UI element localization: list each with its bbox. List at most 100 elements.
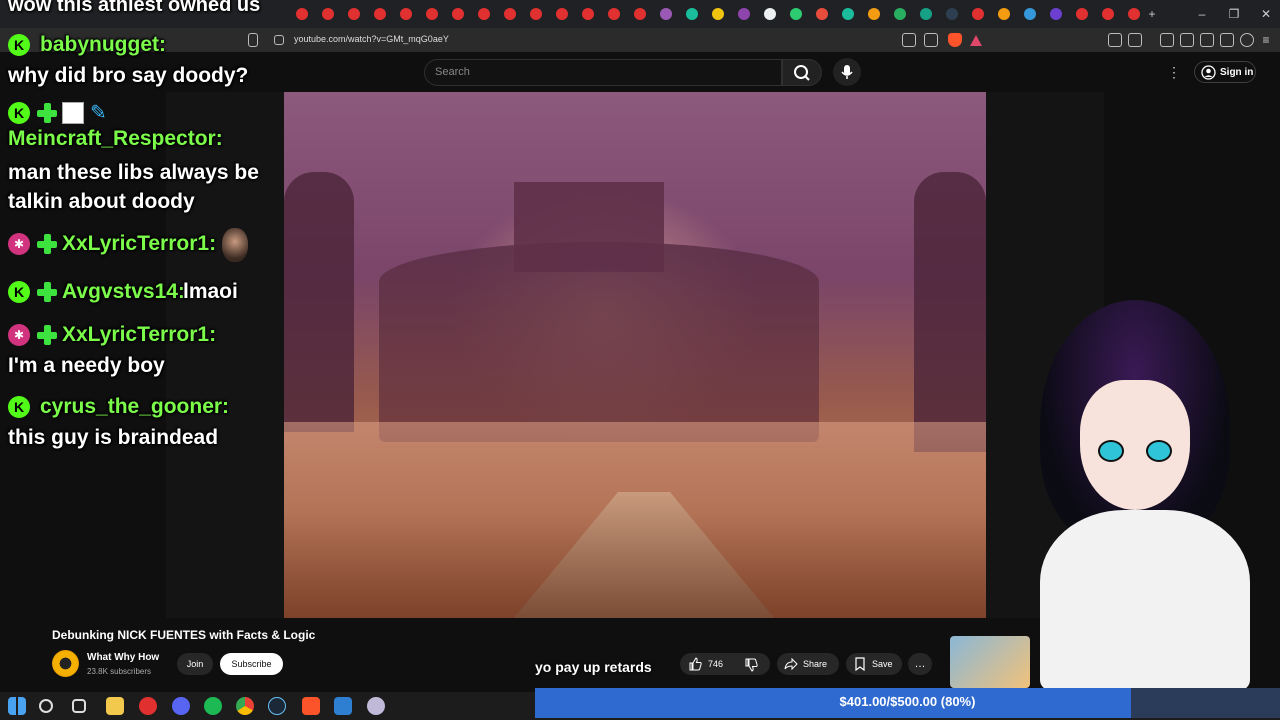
chat-username: XxLyricTerror1: <box>62 323 217 346</box>
tab-favicon-icon[interactable] <box>348 8 360 20</box>
chat-username: Meincraft_Respector: <box>8 127 223 150</box>
tab-favicon-icon[interactable] <box>504 8 516 20</box>
chat-message: man these libs always be talkin about do… <box>8 161 259 213</box>
chat-username: cyrus_the_gooner: <box>40 395 230 418</box>
microphone-icon <box>841 65 853 79</box>
new-tab-icon[interactable]: + <box>1142 6 1162 22</box>
tab-favicon-icon[interactable] <box>998 8 1010 20</box>
thumbs-up-icon <box>689 657 702 671</box>
tab-favicon-icon[interactable] <box>972 8 984 20</box>
discord-icon[interactable] <box>172 697 190 715</box>
vpn-icon[interactable] <box>1240 33 1254 47</box>
save-button[interactable]: Save <box>846 653 902 675</box>
share-button[interactable]: Share <box>777 653 839 675</box>
tab-favicon-icon[interactable] <box>374 8 386 20</box>
leo-ai-icon[interactable] <box>1220 33 1234 47</box>
tab-favicon-icon[interactable] <box>894 8 906 20</box>
spotify-icon[interactable] <box>204 697 222 715</box>
tab-favicon-icon[interactable] <box>1076 8 1088 20</box>
chat-username: XxLyricTerror1: <box>62 232 217 255</box>
brave-shield-icon[interactable] <box>948 33 962 47</box>
tab-favicon-icon[interactable] <box>738 8 750 20</box>
site-info-icon[interactable] <box>274 35 284 45</box>
tab-favicon-icon[interactable] <box>634 8 646 20</box>
moderator-badge-icon: ✱ <box>8 233 30 255</box>
minimize-icon[interactable]: – <box>1192 6 1212 22</box>
tab-favicon-icon[interactable] <box>816 8 828 20</box>
stream-title-overlay: wow this athiest owned us <box>8 0 261 16</box>
share-label: Share <box>803 659 828 669</box>
join-button[interactable]: Join <box>177 653 213 675</box>
file-explorer-icon[interactable] <box>106 697 124 715</box>
close-icon[interactable]: ✕ <box>1256 6 1276 22</box>
wallet-icon[interactable] <box>1200 33 1214 47</box>
chrome-icon[interactable] <box>236 697 254 715</box>
settings-menu-icon[interactable]: ⋮ <box>1164 64 1184 80</box>
app-icon[interactable] <box>139 697 157 715</box>
bookmark-save-icon <box>855 657 865 671</box>
like-count: 746 <box>708 659 724 669</box>
save-label: Save <box>872 659 893 669</box>
tab-favicon-icon[interactable] <box>1128 8 1140 20</box>
avatar-dress <box>1040 510 1250 690</box>
steam-icon[interactable] <box>268 697 286 715</box>
tab-favicon-icon[interactable] <box>920 8 932 20</box>
share-page-icon[interactable] <box>924 33 938 47</box>
tab-favicon-icon[interactable] <box>478 8 490 20</box>
extensions-icon[interactable] <box>1108 33 1122 47</box>
media-icon[interactable] <box>1160 33 1174 47</box>
tab-favicon-icon[interactable] <box>660 8 672 20</box>
tab-favicon-icon[interactable] <box>556 8 568 20</box>
video-player[interactable] <box>284 92 986 618</box>
sign-in-button[interactable]: Sign in <box>1194 61 1256 83</box>
tab-favicon-icon[interactable] <box>530 8 542 20</box>
search-input[interactable]: Search <box>424 59 782 86</box>
tab-favicon-icon[interactable] <box>322 8 334 20</box>
sidebar-icon[interactable] <box>1180 33 1194 47</box>
subscriber-badge-icon <box>36 233 58 255</box>
tab-favicon-icon[interactable] <box>1050 8 1062 20</box>
windows-start-icon[interactable] <box>8 697 26 715</box>
tab-favicon-icon[interactable] <box>1024 8 1036 20</box>
app-icon[interactable] <box>367 697 385 715</box>
tab-favicon-icon[interactable] <box>868 8 880 20</box>
brave-icon[interactable] <box>302 697 320 715</box>
more-actions-button[interactable]: … <box>908 653 932 675</box>
chat-message: lmaoi <box>183 280 238 303</box>
donation-goal-text: $401.00/$500.00 (80%) <box>839 694 976 709</box>
rewards-icon[interactable] <box>970 35 982 46</box>
tab-favicon-icon[interactable] <box>296 8 308 20</box>
thumbs-down-icon[interactable] <box>744 658 758 672</box>
avatar-left-eye <box>1098 440 1124 462</box>
tab-favicon-icon[interactable] <box>842 8 854 20</box>
screenshot-icon[interactable] <box>1128 33 1142 47</box>
tab-favicon-icon[interactable] <box>582 8 594 20</box>
tab-favicon-icon[interactable] <box>764 8 776 20</box>
cast-icon[interactable] <box>902 33 916 47</box>
subscribe-button[interactable]: Subscribe <box>220 653 283 675</box>
account-icon <box>1201 65 1216 80</box>
tab-favicon-icon[interactable] <box>712 8 724 20</box>
suggested-video-thumbnail[interactable] <box>950 636 1030 688</box>
browser-menu-icon[interactable]: ≡ <box>1256 32 1276 48</box>
tab-favicon-icon[interactable] <box>608 8 620 20</box>
tab-favicon-icon[interactable] <box>686 8 698 20</box>
maximize-icon[interactable]: ❐ <box>1224 6 1244 22</box>
castle-tower <box>514 182 664 272</box>
tab-favicon-icon[interactable] <box>1102 8 1114 20</box>
tab-favicon-icon[interactable] <box>946 8 958 20</box>
tab-favicon-icon[interactable] <box>400 8 412 20</box>
task-view-icon[interactable] <box>72 699 86 713</box>
voice-search-button[interactable] <box>833 58 861 86</box>
search-button[interactable] <box>782 59 822 86</box>
vtube-studio-icon[interactable] <box>334 697 352 715</box>
tab-favicon-icon[interactable] <box>790 8 802 20</box>
bookmark-icon[interactable] <box>248 33 258 47</box>
channel-avatar[interactable] <box>52 650 79 677</box>
taskbar-search-icon[interactable] <box>39 699 53 713</box>
like-dislike-button[interactable] <box>680 653 770 675</box>
tab-favicon-icon[interactable] <box>426 8 438 20</box>
tab-favicon-icon[interactable] <box>452 8 464 20</box>
channel-name[interactable]: What Why How <box>87 652 159 663</box>
url-field[interactable]: youtube.com/watch?v=GMt_mqG0aeY <box>294 34 449 44</box>
